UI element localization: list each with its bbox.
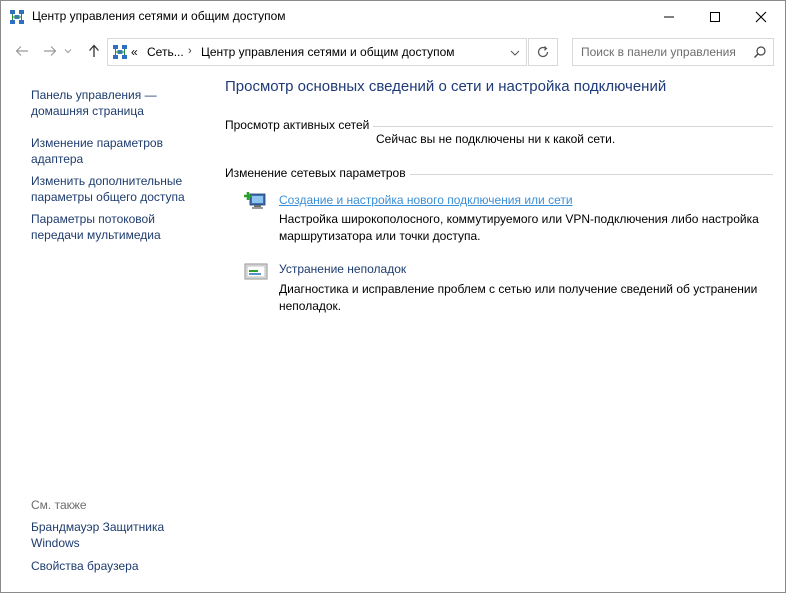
sidebar-item-label: передачи мультимедиа [31,228,161,242]
troubleshoot-description: Диагностика и исправление проблем с сеть… [279,281,779,315]
sidebar-item-label: Параметры потоковой [31,212,155,226]
arrow-up-icon [89,44,99,57]
change-settings-heading: Изменение сетевых параметров [225,166,410,180]
new-connection-icon [244,192,266,209]
up-button[interactable] [83,40,105,62]
back-button[interactable] [11,40,33,62]
refresh-icon [537,46,549,58]
sidebar-item-adapter-settings[interactable]: Изменение параметров адаптера [31,135,206,167]
page-title: Просмотр основных сведений о сети и наст… [225,78,667,95]
minimize-button[interactable] [646,1,692,32]
arrow-right-icon [44,46,57,56]
active-networks-heading: Просмотр активных сетей [225,118,374,132]
troubleshoot-link[interactable]: Устранение неполадок [279,262,406,276]
no-connection-status: Сейчас вы не подключены ни к какой сети. [376,132,616,146]
network-center-icon [113,45,127,59]
close-button[interactable] [738,1,784,32]
breadcrumb-separator-icon[interactable]: › [188,45,192,57]
sidebar-item-media-streaming[interactable]: Параметры потоковой передачи мультимедиа [31,211,206,243]
search-input[interactable]: Поиск в панели управления [581,45,736,59]
title-bar: Центр управления сетями и общим доступом [1,1,785,32]
address-bar[interactable]: « Сеть... › Центр управления сетями и об… [107,38,527,66]
breadcrumb-network-center[interactable]: Центр управления сетями и общим доступом [201,45,455,59]
sidebar-item-label: Изменение параметров [31,136,163,150]
maximize-icon [710,11,720,22]
sidebar-item-label: Изменить дополнительные [31,174,183,188]
sidebar-item-label: Windows [31,536,80,550]
arrow-left-icon [15,46,28,56]
minimize-icon [664,16,674,17]
sidebar-item-sharing-settings[interactable]: Изменить дополнительные параметры общего… [31,173,206,205]
forward-button[interactable] [39,40,61,62]
network-center-icon [10,10,24,24]
task-description-line: Диагностика и исправление проблем с сеть… [279,282,758,296]
refresh-button[interactable] [528,38,558,66]
breadcrumb-network[interactable]: Сеть... [147,45,184,59]
breadcrumb-overflow[interactable]: « [131,45,138,59]
task-description-line: маршрутизатора или точки доступа. [279,229,481,243]
window-title: Центр управления сетями и общим доступом [32,9,286,23]
task-description-line: Настройка широкополосного, коммутируемог… [279,212,759,226]
sidebar-item-browser-properties[interactable]: Свойства браузера [31,558,206,574]
troubleshoot-icon [244,263,268,280]
chevron-down-icon [510,50,520,56]
sidebar-item-label: адаптера [31,152,84,166]
sidebar-item-label: Свойства браузера [31,559,139,573]
setup-new-connection-link[interactable]: Создание и настройка нового подключения … [279,193,573,207]
chevron-down-icon [64,49,72,54]
network-center-window: Центр управления сетями и общим доступом [0,0,786,593]
sidebar-home-line2: домашняя страница [31,104,144,118]
see-also-heading: См. также [31,498,87,512]
sidebar-home-link[interactable]: Панель управления — домашняя страница [31,87,206,119]
maximize-button[interactable] [692,1,738,32]
task-description-line: неполадок. [279,299,342,313]
address-dropdown-button[interactable] [507,45,523,61]
sidebar-item-label: Брандмауэр Защитника [31,520,165,534]
sidebar-item-firewall[interactable]: Брандмауэр Защитника Windows [31,519,206,551]
search-icon[interactable] [753,45,767,59]
setup-new-connection-description: Настройка широкополосного, коммутируемог… [279,211,779,245]
search-box[interactable]: Поиск в панели управления [572,38,774,66]
sidebar-item-label: параметры общего доступа [31,190,185,204]
recent-locations-button[interactable] [61,40,75,62]
close-icon [755,11,767,22]
sidebar-home-line1: Панель управления — [31,88,157,102]
